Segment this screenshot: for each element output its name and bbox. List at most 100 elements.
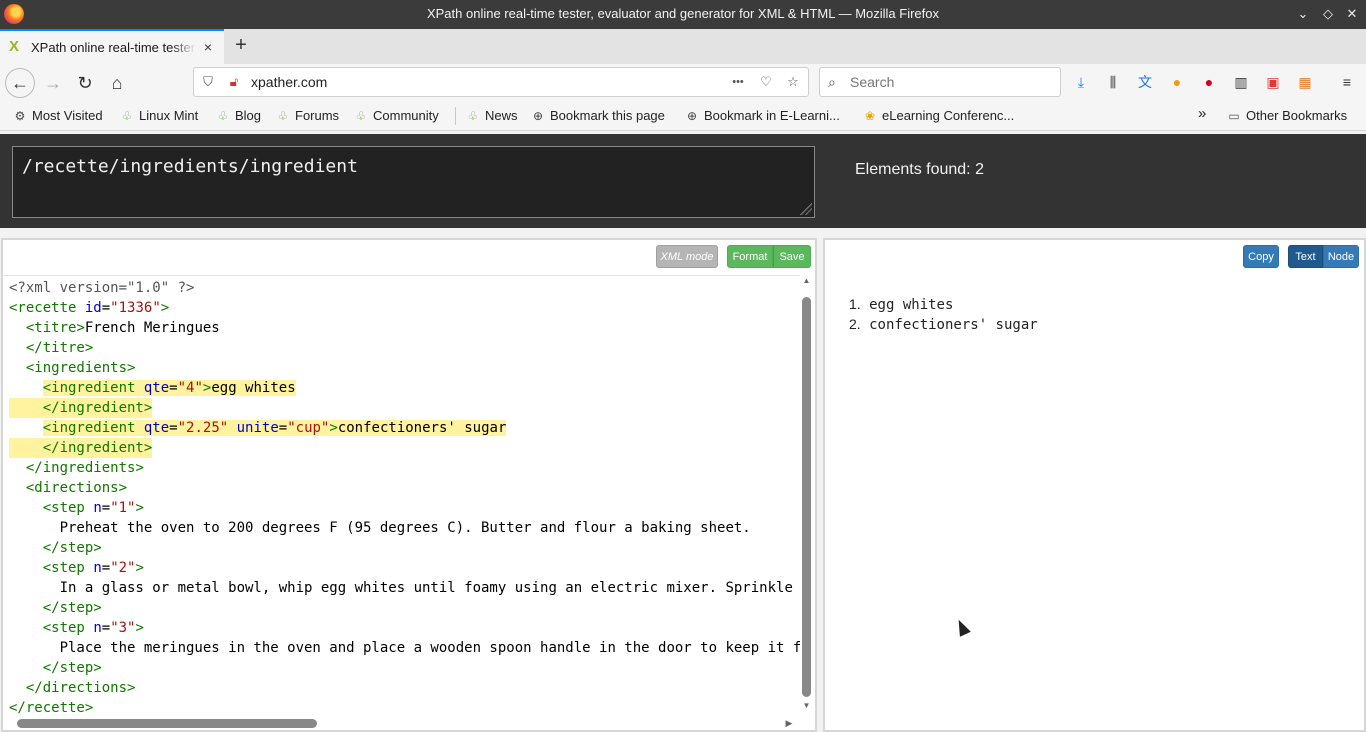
code-line: </ingredient> — [9, 438, 152, 458]
library-icon[interactable]: ⫼ — [1104, 73, 1122, 91]
page-actions-icon[interactable]: ••• — [728, 74, 748, 90]
search-bar[interactable]: ⌕ — [819, 67, 1061, 97]
code-line: </ingredient> — [9, 398, 152, 418]
search-input[interactable] — [850, 74, 1050, 90]
code-line: Place the meringues in the oven and plac… — [9, 640, 800, 656]
mint-leaf-icon: ♧ — [217, 109, 229, 123]
code-line: <ingredient qte="2.25" unite="cup">confe… — [42, 420, 507, 436]
save-button[interactable]: Save — [773, 245, 811, 268]
tracking-shield-icon[interactable]: ⛉ — [200, 74, 216, 90]
code-line: <titre>French Meringues — [25, 320, 220, 336]
pocket-icon[interactable]: ♡ — [758, 74, 774, 90]
bookmarks-toolbar: ⚙ Most Visited ♧ Linux Mint ♧ Blog ♧ Forums … — [0, 100, 1366, 131]
code-line: <?xml version="1.0" ?> — [9, 280, 195, 296]
extension-oo-icon[interactable]: ▣ — [1264, 73, 1282, 91]
xpath-query-box[interactable] — [12, 146, 815, 218]
translate-icon[interactable]: 文 — [1136, 73, 1154, 91]
elearning-logo-icon: ❀ — [864, 109, 876, 123]
horizontal-scroll-thumb[interactable] — [17, 719, 317, 728]
horizontal-scrollbar[interactable]: ▶ — [3, 716, 800, 730]
text-mode-button[interactable]: Text — [1288, 245, 1323, 268]
xpath-query-bar: Elements found: 2 — [0, 134, 1366, 228]
tab-close-icon[interactable]: × — [199, 38, 217, 56]
code-line: </titre> — [25, 340, 94, 356]
url-bar[interactable]: ⛉ 🔓︎ xpather.com ••• ♡ ☆ — [193, 67, 809, 97]
code-line: </recette> — [9, 700, 94, 716]
xpather-favicon-icon: X — [9, 38, 20, 55]
gear-icon: ⚙ — [14, 109, 26, 123]
code-line: </step> — [42, 540, 102, 556]
maximize-icon[interactable]: ◇ — [1318, 4, 1338, 24]
code-line: <recette id="1336"> — [9, 300, 170, 316]
tab-xpather[interactable]: X XPath online real-time tester, evaluat… — [0, 29, 224, 64]
tab-strip: X XPath online real-time tester, evaluat… — [0, 29, 1366, 64]
vertical-scroll-thumb[interactable] — [802, 297, 811, 697]
resize-handle-icon[interactable] — [800, 203, 812, 215]
folder-icon: ▭ — [1228, 109, 1240, 123]
page-content: Elements found: 2 XML mode Format Save <… — [0, 131, 1366, 732]
vertical-scrollbar[interactable]: ▲ ▼ — [800, 275, 813, 716]
code-line: </step> — [42, 660, 102, 676]
code-line: <ingredient qte="4">egg whites — [42, 380, 296, 396]
copy-button[interactable]: Copy — [1243, 245, 1279, 268]
bookmark-this-page[interactable]: ⊕ Bookmark this page — [531, 108, 665, 123]
bookmarks-overflow-icon[interactable]: » — [1198, 105, 1206, 122]
mint-leaf-icon: ♧ — [355, 109, 367, 123]
globe-icon: ⊕ — [686, 109, 698, 123]
format-button[interactable]: Format — [727, 245, 773, 268]
node-mode-button[interactable]: Node — [1323, 245, 1359, 268]
bookmark-blog[interactable]: ♧ Blog — [216, 108, 261, 123]
code-line: </ingredients> — [25, 460, 144, 476]
bookmark-news[interactable]: ♧ News — [466, 108, 518, 123]
bookmark-separator — [455, 107, 456, 125]
xml-mode-button[interactable]: XML mode — [656, 245, 718, 268]
downloads-icon[interactable]: ⤓ — [1072, 73, 1090, 91]
code-line: <directions> — [25, 480, 128, 496]
xpath-input[interactable] — [22, 156, 802, 177]
pinterest-icon[interactable]: ● — [1200, 73, 1218, 91]
apps-grid-icon[interactable]: ▦ — [1296, 73, 1314, 91]
search-icon: ⌕ — [828, 74, 836, 90]
code-line: <step n="3"> — [42, 620, 144, 636]
new-tab-button[interactable]: + — [229, 34, 253, 58]
bookmark-forums[interactable]: ♧ Forums — [276, 108, 339, 123]
scroll-down-icon[interactable]: ▼ — [800, 701, 813, 713]
navigation-bar: ← → ↻ ⌂ ⛉ 🔓︎ xpather.com ••• ♡ ☆ ⌕ ⤓ ⫼ 文… — [0, 64, 1366, 100]
bookmark-most-visited[interactable]: ⚙ Most Visited — [13, 108, 103, 123]
mint-leaf-icon: ♧ — [277, 109, 289, 123]
other-bookmarks[interactable]: ▭ Other Bookmarks — [1227, 108, 1347, 123]
results-panel: Copy Text Node 1. egg whites 2. confecti… — [823, 238, 1366, 732]
code-line: <step n="2"> — [42, 560, 144, 576]
minimize-icon[interactable]: ⌄ — [1293, 4, 1313, 24]
code-line: </directions> — [25, 680, 136, 696]
bookmark-linux-mint[interactable]: ♧ Linux Mint — [120, 108, 199, 123]
code-line: <step n="1"> — [42, 500, 144, 516]
back-button[interactable]: ← — [5, 68, 35, 98]
forward-button[interactable]: → — [38, 68, 68, 98]
code-line: In a glass or metal bowl, whip egg white… — [9, 580, 800, 596]
mint-leaf-icon: ♧ — [467, 109, 479, 123]
reload-button[interactable]: ↻ — [70, 68, 100, 98]
bookmark-community[interactable]: ♧ Community — [354, 108, 439, 123]
xml-code-editor[interactable]: <?xml version="1.0" ?> <recette id="1336"… — [3, 275, 800, 716]
url-text[interactable]: xpather.com — [251, 74, 327, 90]
tab-title: XPath online real-time tester, evaluator… — [31, 40, 196, 55]
result-item: 2. confectioners' sugar — [849, 316, 1038, 333]
close-window-icon[interactable]: ✕ — [1342, 4, 1362, 24]
extension-c-icon[interactable]: ● — [1168, 73, 1186, 91]
bookmark-in-elearning[interactable]: ⊕ Bookmark in E-Learni... — [685, 108, 840, 123]
scroll-right-icon[interactable]: ▶ — [783, 716, 795, 730]
scroll-up-icon[interactable]: ▲ — [800, 276, 813, 288]
globe-icon: ⊕ — [532, 109, 544, 123]
results-list: 1. egg whites 2. confectioners' sugar — [849, 294, 1038, 334]
menu-icon[interactable]: ≡ — [1338, 73, 1356, 91]
insecure-lock-icon[interactable]: 🔓︎ — [226, 74, 242, 90]
sidebar-icon[interactable]: ▥ — [1232, 73, 1250, 91]
xml-editor-panel: XML mode Format Save <?xml version="1.0"… — [1, 238, 817, 732]
code-line: <ingredients> — [25, 360, 136, 376]
bookmark-elearning-conference[interactable]: ❀ eLearning Conferenc... — [863, 108, 1014, 123]
elements-found-count: Elements found: 2 — [855, 161, 984, 178]
home-button[interactable]: ⌂ — [102, 68, 132, 98]
window-titlebar: XPath online real-time tester, evaluator… — [0, 0, 1366, 29]
bookmark-star-icon[interactable]: ☆ — [785, 74, 801, 90]
